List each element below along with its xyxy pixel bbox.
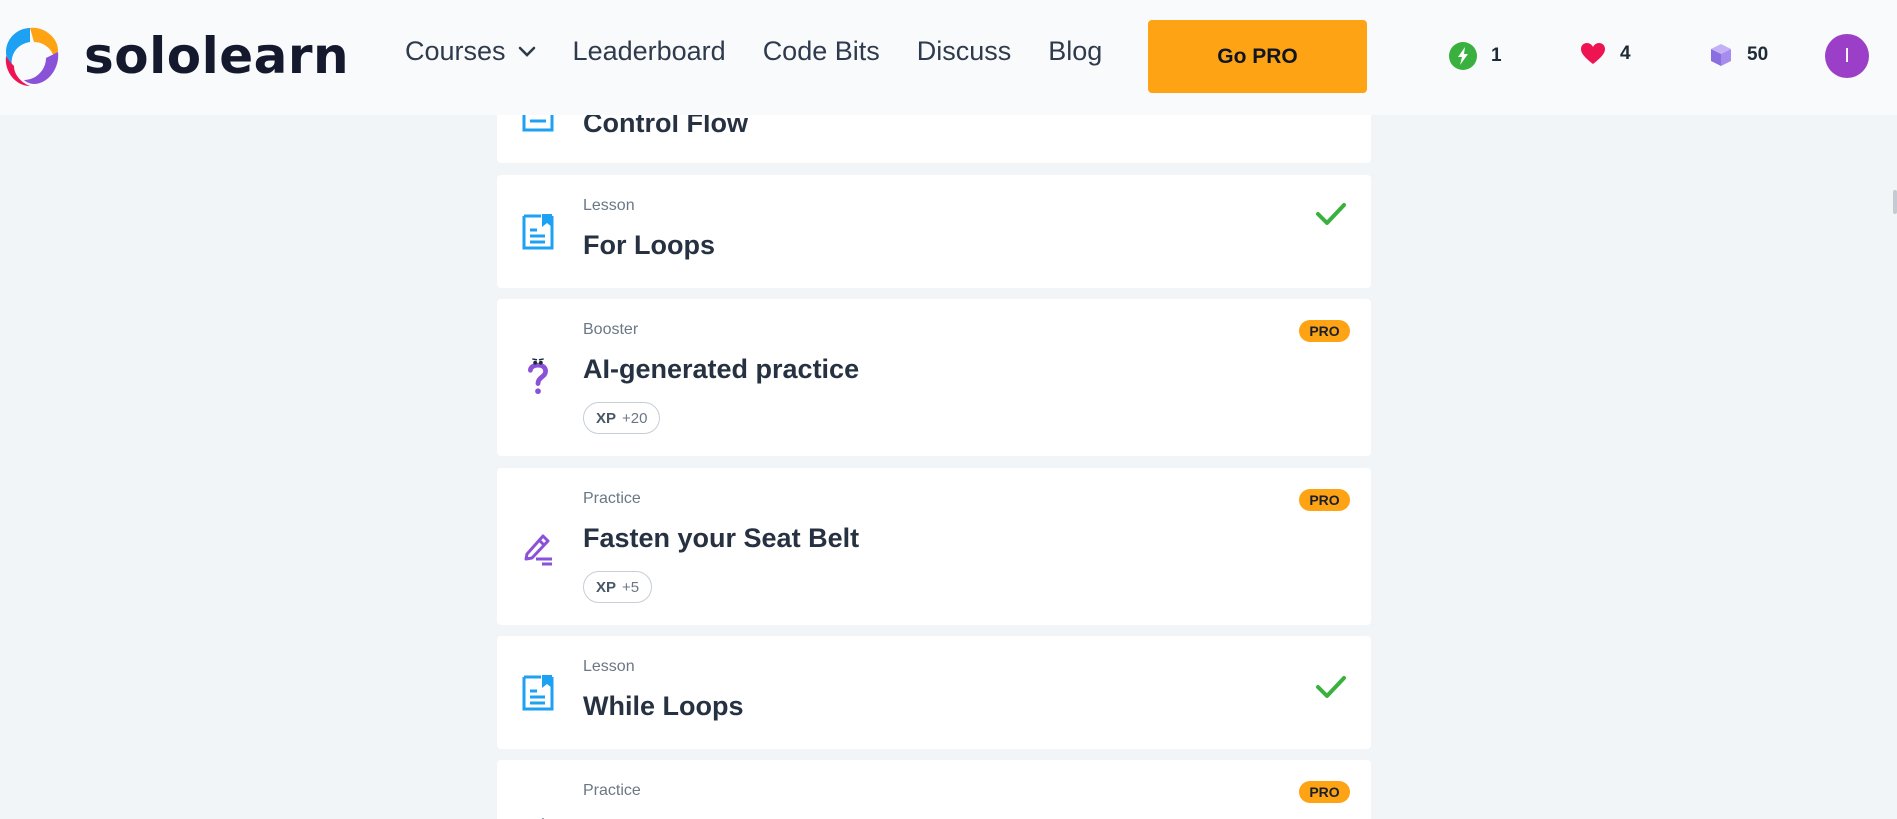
list-item-fasten-your-seat-belt[interactable]: Practice Fasten your Seat Belt PRO XP +5 [497, 468, 1371, 625]
lightning-streak-icon [1449, 42, 1477, 70]
lesson-document-icon [522, 214, 554, 250]
item-title: While Loops [583, 691, 744, 721]
pencil-edit-icon [541, 818, 545, 819]
nav-courses-label: Courses [405, 36, 506, 66]
xp-reward-pill: XP +20 [583, 402, 661, 434]
heart-icon [1581, 43, 1605, 64]
xp-reward-pill: XP +5 [583, 571, 653, 603]
page-scrollbar[interactable] [1893, 190, 1897, 214]
xp-value: +20 [622, 409, 648, 427]
pro-badge: PRO [1299, 781, 1350, 803]
pro-badge: PRO [1299, 489, 1350, 511]
top-navigation-bar: sololearn Courses Leaderboard Code Bits … [0, 0, 1897, 115]
nav-discuss[interactable]: Discuss [917, 36, 1012, 67]
item-title: For Loops [583, 230, 715, 260]
item-type: Practice [583, 782, 641, 799]
go-pro-button[interactable]: Go PRO [1148, 20, 1367, 93]
nav-code-bits[interactable]: Code Bits [763, 36, 880, 67]
sololearn-logo[interactable]: sololearn [0, 22, 349, 90]
pencil-edit-icon [524, 534, 552, 566]
item-title: AI-generated practice [583, 354, 860, 384]
list-item-practice[interactable]: Practice PRO [497, 760, 1371, 819]
brand-name: sololearn [84, 27, 350, 85]
item-type: Lesson [583, 658, 635, 675]
list-item-while-loops[interactable]: Lesson While Loops [497, 636, 1371, 749]
item-type: Practice [583, 490, 641, 507]
list-item-for-loops[interactable]: Lesson For Loops [497, 175, 1371, 288]
streak-count: 1 [1491, 45, 1502, 66]
main-nav: Courses Leaderboard Code Bits Discuss Bl… [405, 36, 1139, 67]
hearts-count: 4 [1620, 43, 1631, 64]
item-type: Lesson [583, 197, 635, 214]
xp-label: XP [596, 409, 617, 427]
user-avatar[interactable]: I [1825, 34, 1869, 78]
checkmark-completed-icon [1316, 203, 1346, 225]
gem-cube-icon [1711, 44, 1731, 66]
sololearn-logo-icon [5, 27, 59, 86]
checkmark-completed-icon [1316, 676, 1346, 698]
item-title: Fasten your Seat Belt [583, 523, 860, 553]
lesson-document-icon [522, 675, 554, 711]
chevron-down-icon [518, 46, 535, 57]
item-type: Booster [583, 321, 639, 338]
list-item-ai-generated-practice[interactable]: Booster AI-generated practice PRO XP +20 [497, 299, 1371, 456]
pro-badge: PRO [1299, 320, 1350, 342]
question-mark-icon [528, 358, 548, 395]
nav-leaderboard[interactable]: Leaderboard [573, 36, 726, 67]
streak-counter[interactable]: 1 [1449, 42, 1502, 70]
gems-count: 50 [1747, 44, 1769, 65]
xp-value: +5 [622, 578, 640, 596]
nav-courses[interactable]: Courses [405, 36, 536, 67]
gems-counter[interactable]: 50 [1709, 42, 1768, 68]
nav-blog[interactable]: Blog [1048, 36, 1102, 67]
hearts-counter[interactable]: 4 [1580, 42, 1631, 66]
xp-label: XP [596, 578, 617, 596]
